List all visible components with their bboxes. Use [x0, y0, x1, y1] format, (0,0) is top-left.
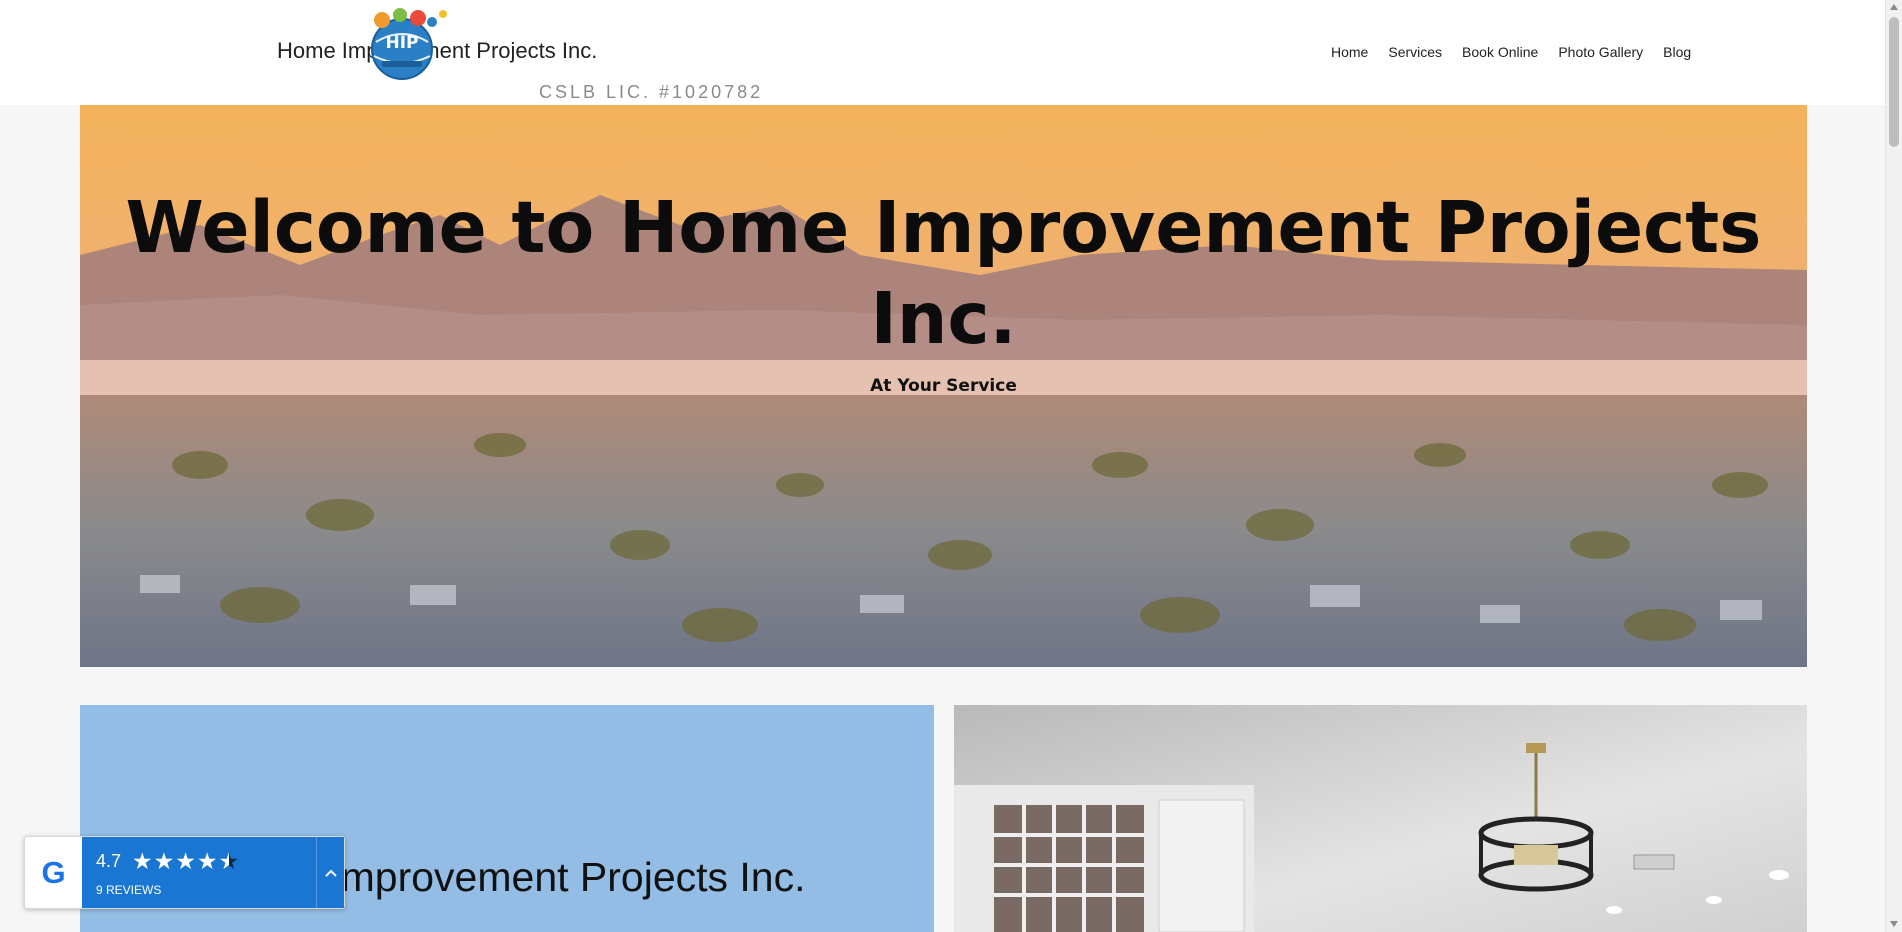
- nav-services[interactable]: Services: [1388, 44, 1442, 60]
- scroll-up-arrow-icon[interactable]: [1890, 4, 1898, 10]
- star-icon: ★: [132, 848, 154, 874]
- hero-banner: Welcome to Home Improvement Projects Inc…: [80, 105, 1807, 667]
- rating-value: 4.7: [96, 851, 122, 871]
- google-reviews-widget[interactable]: G 4.7 ★★★★★ 9 REVIEWS: [24, 836, 345, 909]
- nav-blog[interactable]: Blog: [1663, 44, 1691, 60]
- scroll-down-arrow-icon[interactable]: [1890, 921, 1898, 927]
- site-header: Home Improvement Projects Inc. HIP CSLB …: [0, 0, 1886, 105]
- star-icon: ★: [153, 848, 176, 874]
- star-icon: ★: [196, 848, 219, 874]
- star-rating: ★★★★★: [132, 848, 240, 875]
- scroll-thumb[interactable]: [1889, 17, 1899, 147]
- star-icon: ★: [175, 848, 197, 874]
- interior-photo: [954, 705, 1807, 932]
- half-star-icon: ★: [219, 848, 241, 875]
- reviews-summary[interactable]: 4.7 ★★★★★ 9 REVIEWS: [82, 837, 344, 908]
- nav-book-online[interactable]: Book Online: [1462, 44, 1538, 60]
- google-icon: G: [41, 854, 66, 890]
- chevron-up-icon: [324, 869, 337, 877]
- page-scrollbar[interactable]: [1885, 0, 1902, 932]
- nav-photo-gallery[interactable]: Photo Gallery: [1558, 44, 1643, 60]
- license-number: CSLB LIC. #1020782: [539, 82, 764, 102]
- hero-title: Welcome to Home Improvement Projects Inc…: [125, 186, 1762, 360]
- hero-subtitle: At Your Service: [870, 376, 1017, 396]
- svg-text:HIP: HIP: [385, 33, 418, 53]
- nav-home[interactable]: Home: [1331, 44, 1368, 60]
- interior-photo-image: [954, 705, 1807, 932]
- expand-reviews-button[interactable]: [317, 837, 344, 908]
- reviews-count: 9 REVIEWS: [96, 883, 162, 897]
- company-logo[interactable]: HIP: [368, 6, 452, 86]
- main-nav: Home Services Book Online Photo Gallery …: [1331, 44, 1711, 60]
